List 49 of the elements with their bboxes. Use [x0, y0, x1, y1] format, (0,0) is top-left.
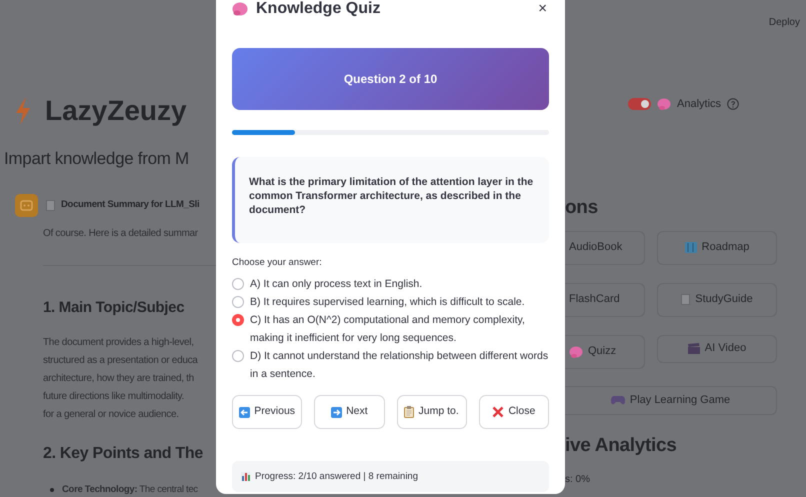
- map-icon: [684, 242, 697, 253]
- radio-button[interactable]: [232, 296, 244, 308]
- section-heading: 2. Key Points and The: [43, 444, 204, 464]
- close-button[interactable]: ×: [538, 1, 547, 16]
- progress-status: Progress: 2/10 answered | 8 remaining: [255, 470, 418, 484]
- answer-prompt: Choose your answer:: [232, 256, 323, 270]
- quiz-button[interactable]: Close: [478, 395, 549, 430]
- bullet-icon: [50, 488, 54, 492]
- answer-option[interactable]: C) It has an O(N^2) computational and memory complexity, making it inefficient for very long sequences.: [232, 311, 549, 348]
- section-heading: 1. Main Topic/Subjec: [43, 298, 186, 318]
- document-icon: [681, 294, 690, 305]
- document-icon: [46, 200, 55, 211]
- help-icon: [727, 98, 740, 110]
- clapperboard-icon: [688, 343, 700, 354]
- gamepad-icon: [610, 395, 625, 405]
- assistant-message: Of course. Here is a detailed summar: [43, 227, 199, 241]
- left-arrow-icon: [239, 406, 250, 418]
- app-title: LazyZeuzy: [45, 94, 187, 128]
- clipboard-icon: [404, 406, 414, 418]
- dialog-title: Knowledge Quiz: [256, 0, 382, 18]
- question-text: What is the primary limitation of the attention layer in the common Transformer architecture, as described in the document?: [232, 157, 549, 243]
- radio-button[interactable]: [232, 350, 244, 362]
- paragraph-line: future directions like multimodality.: [43, 390, 185, 404]
- lightning-icon: [15, 97, 31, 125]
- paragraph-line: for a general or novice audience.: [43, 408, 180, 422]
- answer-option[interactable]: B) It requires supervised learning, which is difficult to scale.: [232, 293, 549, 312]
- right-arrow-icon: [331, 406, 342, 418]
- answer-option[interactable]: A) It can only process text in English.: [232, 275, 549, 294]
- analytics-toggle[interactable]: [628, 98, 651, 110]
- paragraph-line: The document provides a high-level,: [43, 336, 195, 350]
- toggle-label: Analytics: [677, 97, 722, 112]
- paragraph-line: structured as a presentation or educa: [43, 354, 199, 368]
- answer-option[interactable]: D) It cannot understand the relationship between different words in a sentence.: [232, 347, 549, 384]
- page-subtitle: Impart knowledge from M: [4, 148, 190, 170]
- analytics-text: s: 0%: [565, 472, 592, 486]
- robot-avatar-icon: [15, 194, 38, 217]
- quiz-button[interactable]: Jump to.: [396, 395, 467, 430]
- section-heading: ons: [565, 196, 599, 218]
- quiz-button[interactable]: Next: [314, 395, 384, 430]
- radio-button[interactable]: [232, 314, 244, 326]
- quiz-button[interactable]: Previous: [232, 395, 302, 430]
- section-heading: ive Analytics: [565, 434, 678, 456]
- document-summary-heading: Document Summary for LLM_Sli: [61, 198, 200, 212]
- question-banner: Question 2 of 10: [232, 48, 549, 110]
- bar-chart-icon: [241, 472, 250, 482]
- paragraph-line: architecture, how they are trained, th: [43, 372, 195, 386]
- radio-button[interactable]: [232, 278, 244, 290]
- close-icon: [492, 406, 504, 418]
- bullet-text: Core Technology: The central tec: [62, 483, 198, 497]
